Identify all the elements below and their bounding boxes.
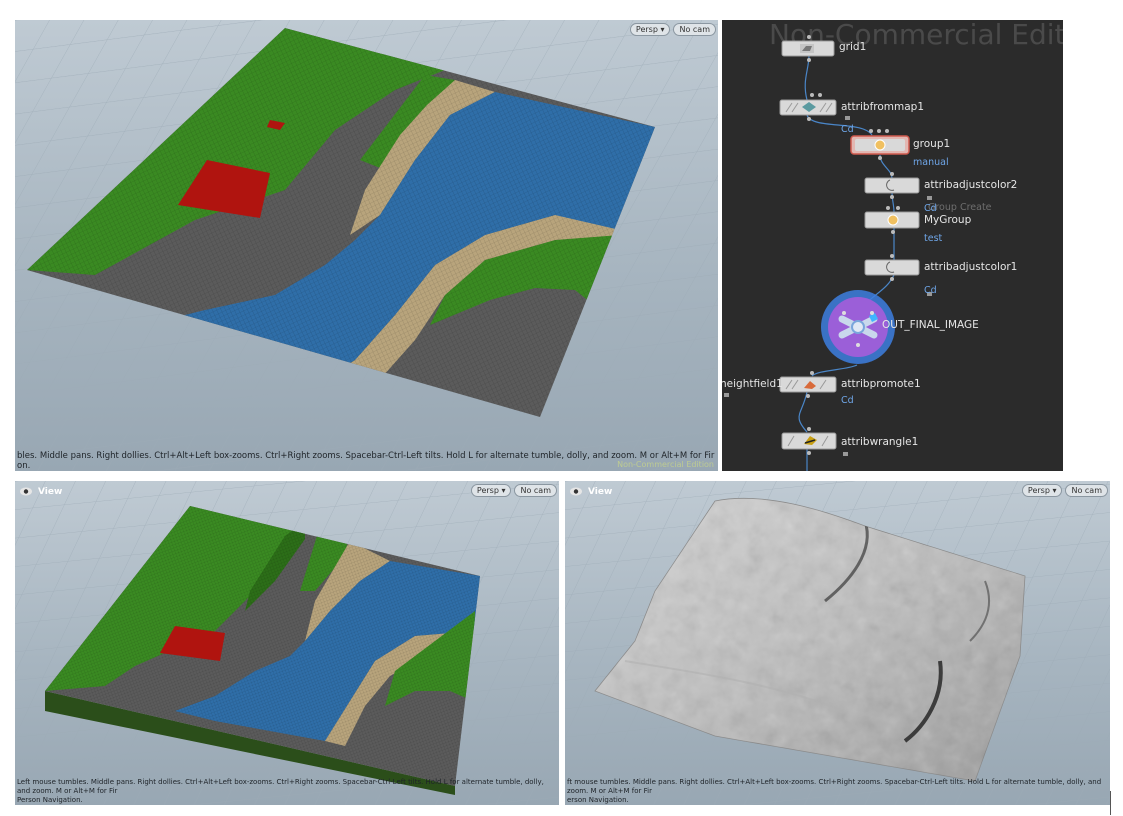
nav-hint: bles. Middle pans. Right dollies. Ctrl+A…	[17, 451, 715, 471]
node-shapes	[724, 35, 932, 456]
viewport-header: View	[19, 486, 62, 497]
viewport-bottom-right[interactable]: View Persp ▾ No cam ft mouse tumbles. Mi…	[565, 481, 1110, 805]
viewport-title: View	[588, 486, 613, 497]
node-attribadjustcolor1	[864, 254, 920, 281]
no-cam-button[interactable]: No cam	[1065, 484, 1108, 497]
node-label-mygroup[interactable]: MyGroup	[924, 214, 971, 226]
node-label-out-final-image[interactable]: OUT_FINAL_IMAGE	[882, 319, 979, 331]
heightfield-side-label[interactable]: heightfield1	[722, 378, 783, 390]
no-cam-button[interactable]: No cam	[673, 23, 716, 36]
node-attribfrommap1	[779, 93, 837, 121]
viewport-top[interactable]: Persp ▾ No cam bles. Middle pans. Right …	[15, 20, 718, 471]
terrain-flat-scene	[15, 20, 718, 471]
group-create-label: Group Create	[928, 202, 992, 213]
node-sub-group1: manual	[913, 157, 949, 168]
node-label-grid1[interactable]: grid1	[839, 41, 866, 53]
node-group1	[850, 129, 910, 160]
node-mygroup	[864, 206, 920, 234]
node-sub-attribfrommap1: Cd	[841, 124, 854, 135]
node-label-attribwrangle1[interactable]: attribwrangle1	[841, 436, 918, 448]
no-cam-button[interactable]: No cam	[514, 484, 557, 497]
persp-button[interactable]: Persp ▾	[470, 484, 512, 497]
node-label-attribfrommap1[interactable]: attribfrommap1	[841, 101, 924, 113]
node-sub-attribpromote1: Cd	[841, 395, 854, 406]
eye-icon[interactable]	[19, 486, 33, 497]
lock-icon	[724, 116, 932, 456]
nav-hint: Left mouse tumbles. Middle pans. Right d…	[17, 778, 544, 804]
node-label-attribpromote1[interactable]: attribpromote1	[841, 378, 921, 390]
node-label-attribadjustcolor1[interactable]: attribadjustcolor1	[924, 261, 1017, 273]
node-sub-mygroup: test	[924, 233, 943, 244]
node-sub-attribadjustcolor1: Cd	[924, 285, 937, 296]
viewport-title: View	[38, 486, 63, 497]
node-label-attribadjustcolor2[interactable]: attribadjustcolor2	[924, 179, 1017, 191]
heightfield-scene	[565, 481, 1110, 805]
node-attribwrangle1	[781, 427, 837, 455]
camera-menu: Persp ▾ No cam	[1021, 484, 1108, 497]
node-attribpromote1	[779, 371, 837, 398]
viewport-header: View	[569, 486, 612, 497]
watermark: Non-Commercial Edition	[617, 460, 714, 469]
eye-icon[interactable]	[569, 486, 583, 497]
terrain-extruded-scene	[15, 481, 559, 805]
nav-hint: ft mouse tumbles. Middle pans. Right dol…	[567, 778, 1102, 804]
network-editor[interactable]: Non-Commercial Editio grid1 attribfromma…	[722, 20, 1063, 471]
node-label-group1[interactable]: group1	[913, 138, 950, 150]
node-sub-attribadjustcolor2: Cd	[924, 203, 937, 214]
viewport-bottom-left[interactable]: View Persp ▾ No cam Left mouse tumbles. …	[15, 481, 559, 805]
node-attribadjustcolor2	[864, 172, 920, 199]
persp-button[interactable]: Persp ▾	[629, 23, 671, 36]
persp-button[interactable]: Persp ▾	[1021, 484, 1063, 497]
camera-menu: Persp ▾ No cam	[470, 484, 557, 497]
text-cursor	[1110, 791, 1111, 815]
camera-menu: Persp ▾ No cam	[629, 23, 716, 36]
node-grid1	[781, 35, 835, 62]
